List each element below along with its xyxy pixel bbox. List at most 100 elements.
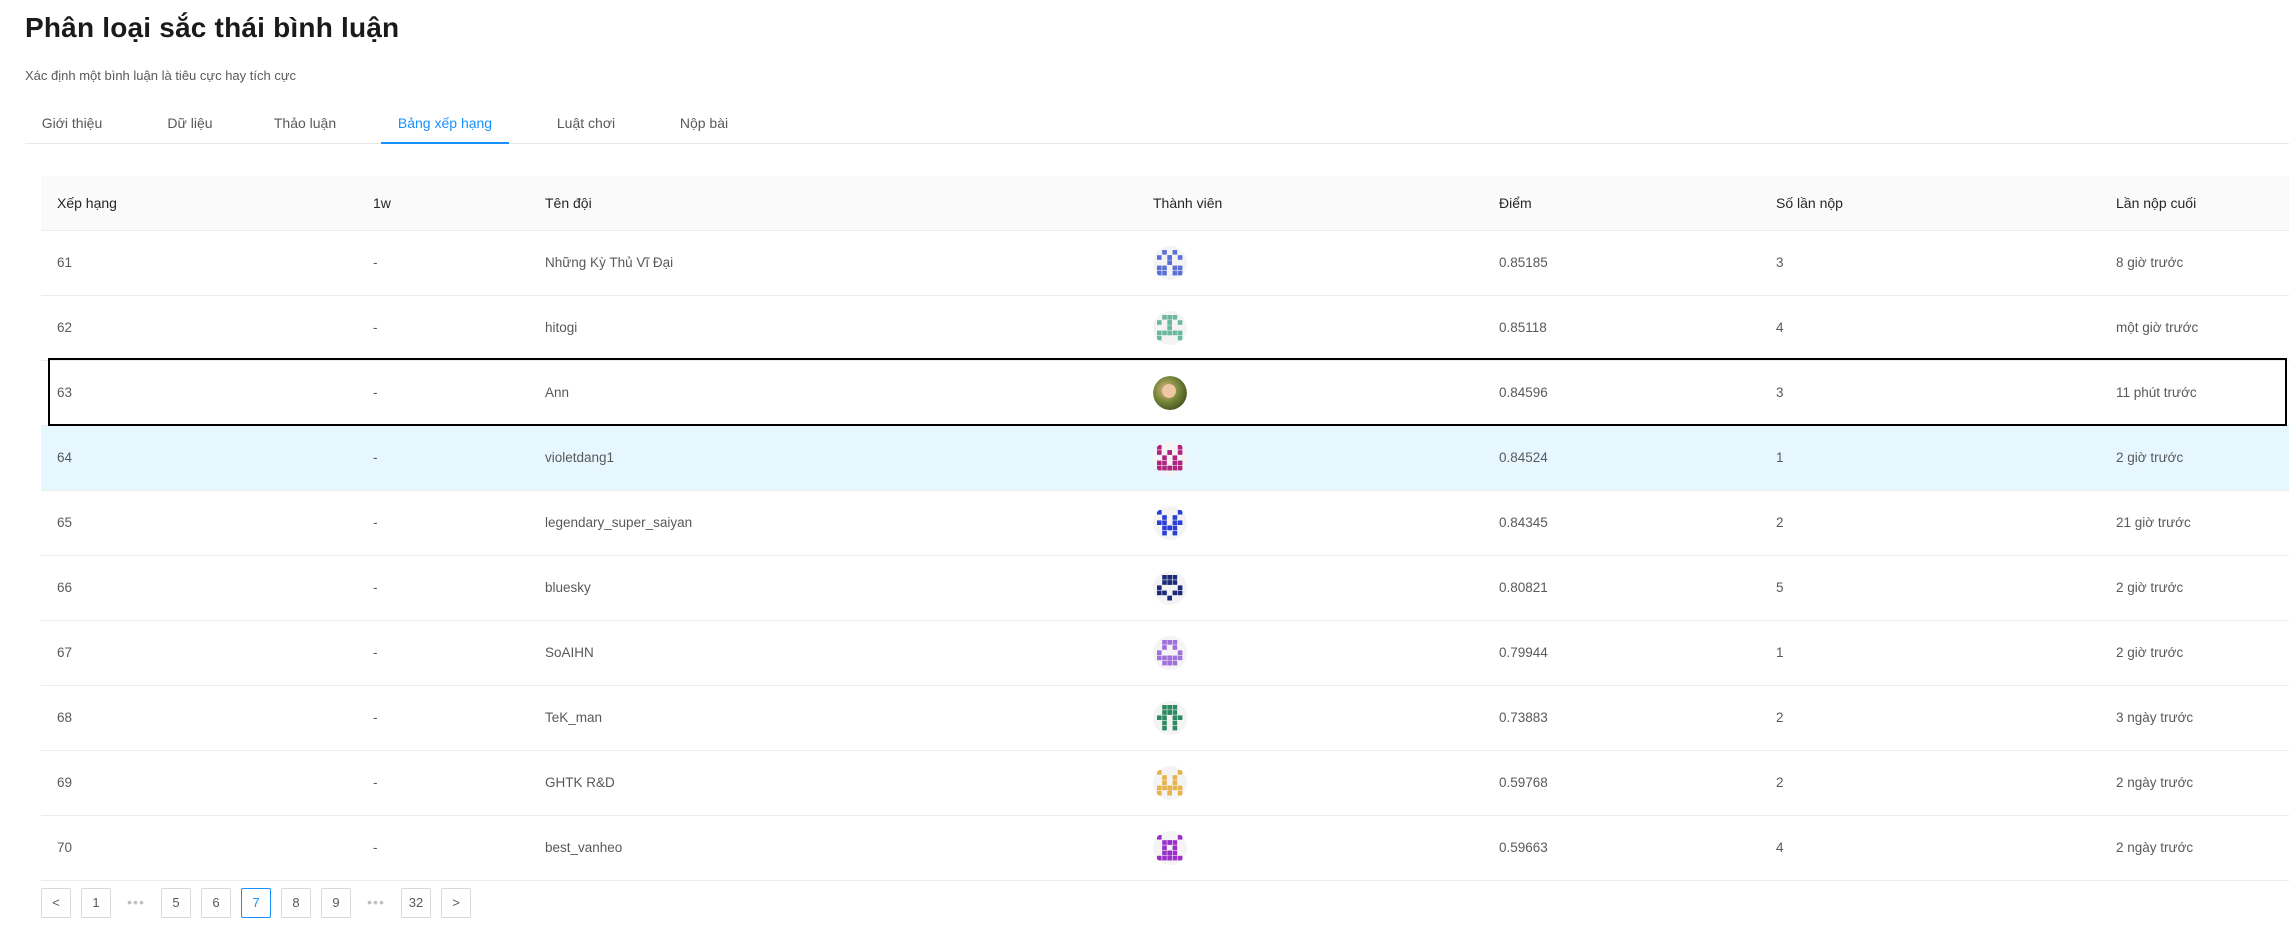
score-cell: 0.59663 <box>1499 840 1548 855</box>
score-cell: 0.85185 <box>1499 255 1548 270</box>
team-name-cell: hitogi <box>545 320 578 335</box>
change-cell: - <box>373 645 378 660</box>
next-page-button[interactable]: > <box>441 888 471 918</box>
rank-cell: 65 <box>57 515 73 530</box>
rank-cell: 67 <box>57 645 73 660</box>
submissions-cell: 3 <box>1776 255 1784 270</box>
prev-page-button[interactable]: < <box>41 888 71 918</box>
member-avatar[interactable] <box>1153 376 1187 410</box>
header-score[interactable]: Điểm <box>1499 176 1532 230</box>
page-5-button[interactable]: 5 <box>161 888 191 918</box>
rank-cell: 66 <box>57 580 73 595</box>
last-submission-cell: 21 giờ trước <box>2116 515 2191 530</box>
header-submissions[interactable]: Số lần nộp <box>1776 176 1843 230</box>
table-header: Xếp hạng 1w Tên đội Thành viên Điểm Số l… <box>41 176 2289 231</box>
page-9-button[interactable]: 9 <box>321 888 351 918</box>
score-cell: 0.79944 <box>1499 645 1548 660</box>
score-cell: 0.84596 <box>1499 385 1548 400</box>
table-row[interactable]: 63 - Ann 0.84596 3 11 phút trước <box>41 361 2289 426</box>
table-row[interactable]: 65 - legendary_super_saiyan 0.84345 2 21 giờ … <box>41 491 2289 556</box>
table-row[interactable]: 67 - SoAIHN 0.79944 1 2 giờ trước <box>41 621 2289 686</box>
tab-bar: Giới thiệu Dữ liệu Thảo luận Bảng xếp hạ… <box>25 103 2289 144</box>
last-submission-cell: 2 giờ trước <box>2116 645 2184 660</box>
member-avatar[interactable] <box>1153 571 1187 605</box>
change-cell: - <box>373 840 378 855</box>
submissions-cell: 1 <box>1776 450 1784 465</box>
member-avatar[interactable] <box>1153 636 1187 670</box>
table-row[interactable]: 61 - Những Kỳ Thủ Vĩ Đại 0.85185 3 8 giờ trướ… <box>41 231 2289 296</box>
page-7-button[interactable]: 7 <box>241 888 271 918</box>
tab-leaderboard[interactable]: Bảng xếp hạng <box>381 103 509 144</box>
submissions-cell: 3 <box>1776 385 1784 400</box>
submissions-cell: 2 <box>1776 710 1784 725</box>
page-8-button[interactable]: 8 <box>281 888 311 918</box>
change-cell: - <box>373 320 378 335</box>
table-row[interactable]: 69 - GHTK R&D 0.59768 2 2 ngày trước <box>41 751 2289 816</box>
table-body: 61 - Những Kỳ Thủ Vĩ Đại 0.85185 3 8 giờ trướ… <box>41 231 2289 881</box>
tab-submit[interactable]: Nộp bài <box>677 103 731 143</box>
rank-cell: 70 <box>57 840 73 855</box>
team-name-cell: TeK_man <box>545 710 603 725</box>
table-row[interactable]: 64 - violetdang1 0.84524 1 2 giờ trước <box>41 426 2289 491</box>
last-submission-cell: 3 ngày trước <box>2116 710 2194 725</box>
page-6-button[interactable]: 6 <box>201 888 231 918</box>
last-submission-cell: 2 ngày trước <box>2116 775 2194 790</box>
team-name-cell: bluesky <box>545 580 591 595</box>
tab-data[interactable]: Dữ liệu <box>165 103 215 143</box>
last-submission-cell: 8 giờ trước <box>2116 255 2184 270</box>
page-32-button[interactable]: 32 <box>401 888 431 918</box>
header-change[interactable]: 1w <box>373 176 391 230</box>
page-subtitle: Xác định một bình luận là tiêu cực hay t… <box>25 68 297 83</box>
change-cell: - <box>373 775 378 790</box>
tab-discussion[interactable]: Thảo luận <box>271 103 339 143</box>
table-row[interactable]: 68 - TeK_man 0.73883 2 3 ngày trước <box>41 686 2289 751</box>
member-avatar[interactable] <box>1153 506 1187 540</box>
leaderboard-table: Xếp hạng 1w Tên đội Thành viên Điểm Số l… <box>41 176 2289 881</box>
jump-prev-ellipsis[interactable]: ••• <box>121 888 151 918</box>
score-cell: 0.85118 <box>1499 320 1547 335</box>
submissions-cell: 4 <box>1776 840 1784 855</box>
member-avatar[interactable] <box>1153 311 1187 345</box>
member-avatar[interactable] <box>1153 701 1187 735</box>
rank-cell: 68 <box>57 710 73 725</box>
last-submission-cell: 2 giờ trước <box>2116 580 2184 595</box>
score-cell: 0.84524 <box>1499 450 1548 465</box>
change-cell: - <box>373 580 378 595</box>
score-cell: 0.80821 <box>1499 580 1548 595</box>
page-1-button[interactable]: 1 <box>81 888 111 918</box>
tab-rules[interactable]: Luật chơi <box>555 103 617 143</box>
page-title: Phân loại sắc thái bình luận <box>25 12 400 43</box>
member-avatar[interactable] <box>1153 766 1187 800</box>
rank-cell: 61 <box>57 255 73 270</box>
team-name-cell: best_vanheo <box>545 840 623 855</box>
header-members[interactable]: Thành viên <box>1153 176 1222 230</box>
team-name-cell: Ann <box>545 385 570 400</box>
change-cell: - <box>373 255 378 270</box>
team-name-cell: SoAIHN <box>545 645 594 660</box>
last-submission-cell: 2 ngày trước <box>2116 840 2194 855</box>
rank-cell: 64 <box>57 450 73 465</box>
rank-cell: 63 <box>57 385 73 400</box>
team-name-cell: Những Kỳ Thủ Vĩ Đại <box>545 255 674 270</box>
change-cell: - <box>373 710 378 725</box>
submissions-cell: 2 <box>1776 515 1784 530</box>
table-row[interactable]: 70 - best_vanheo 0.59663 4 2 ngày trước <box>41 816 2289 881</box>
score-cell: 0.59768 <box>1499 775 1548 790</box>
submissions-cell: 5 <box>1776 580 1784 595</box>
header-last-submission[interactable]: Lần nộp cuối <box>2116 176 2196 230</box>
member-avatar[interactable] <box>1153 831 1187 865</box>
rank-cell: 62 <box>57 320 73 335</box>
header-team[interactable]: Tên đội <box>545 176 592 230</box>
header-rank[interactable]: Xếp hạng <box>57 176 117 230</box>
team-name-cell: legendary_super_saiyan <box>545 515 693 530</box>
last-submission-cell: 11 phút trước <box>2116 385 2197 400</box>
table-row[interactable]: 62 - hitogi 0.85118 4 một giờ trước <box>41 296 2289 361</box>
table-row[interactable]: 66 - bluesky 0.80821 5 2 giờ trước <box>41 556 2289 621</box>
score-cell: 0.84345 <box>1499 515 1548 530</box>
team-name-cell: violetdang1 <box>545 450 615 465</box>
member-avatar[interactable] <box>1153 246 1187 280</box>
member-avatar[interactable] <box>1153 441 1187 475</box>
jump-next-ellipsis[interactable]: ••• <box>361 888 391 918</box>
tab-intro[interactable]: Giới thiệu <box>41 103 103 143</box>
submissions-cell: 1 <box>1776 645 1784 660</box>
